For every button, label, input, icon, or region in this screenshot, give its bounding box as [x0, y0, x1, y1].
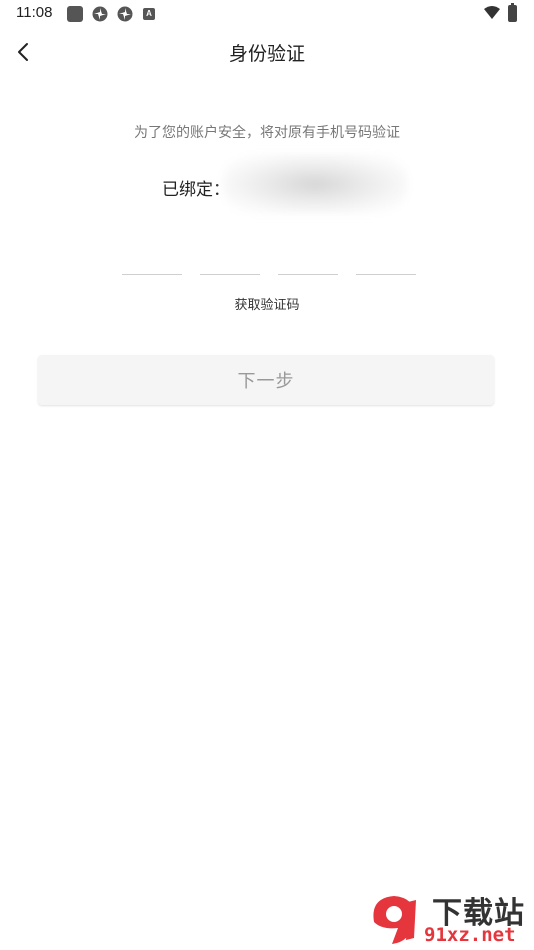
square-icon — [67, 6, 83, 22]
bound-phone-label: 已绑定： — [162, 180, 230, 200]
verification-code-inputs — [122, 240, 416, 275]
watermark-logo-icon — [373, 896, 416, 944]
wifi-icon — [484, 6, 500, 19]
code-input-4[interactable] — [356, 240, 416, 275]
code-input-1[interactable] — [122, 240, 182, 275]
pinwheel-icon — [92, 6, 108, 22]
code-input-3[interactable] — [278, 240, 338, 275]
nav-bar: 身份验证 — [0, 28, 534, 76]
watermark: 下载站 91xz.net — [362, 888, 532, 948]
status-bar: 11:08 A — [0, 0, 534, 28]
get-code-link[interactable]: 获取验证码 — [0, 294, 534, 313]
watermark-domain: 91xz.net — [424, 924, 516, 946]
pinwheel-icon — [117, 6, 133, 22]
a-badge-icon: A — [143, 8, 155, 20]
page-title: 身份验证 — [228, 43, 305, 65]
next-button[interactable]: 下一步 — [38, 355, 494, 405]
bound-phone-blurred — [222, 154, 408, 214]
security-hint: 为了您的账户安全，将对原有手机号码验证 — [134, 125, 400, 141]
battery-icon — [508, 3, 517, 22]
status-time: 11:08 — [16, 4, 53, 21]
code-input-2[interactable] — [200, 240, 260, 275]
